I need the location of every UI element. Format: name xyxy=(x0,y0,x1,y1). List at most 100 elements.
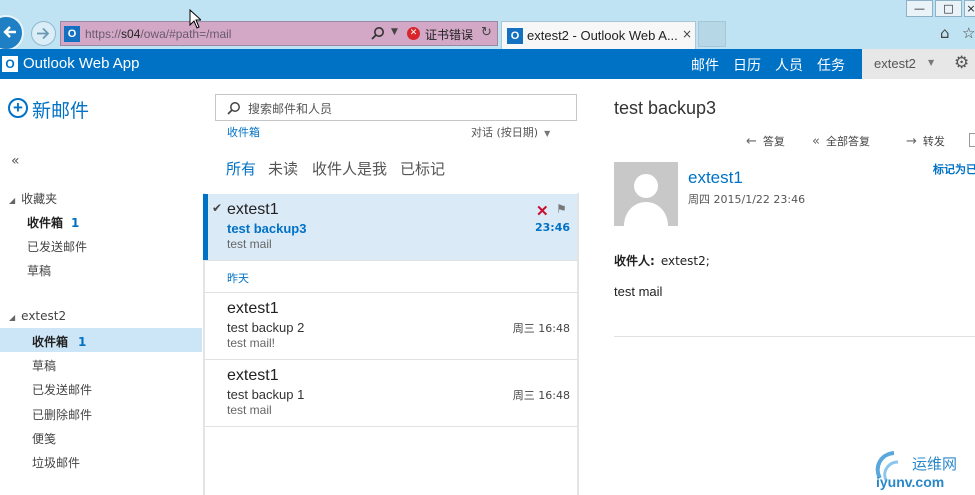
fav-item-drafts[interactable]: 草稿 xyxy=(27,262,51,279)
new-mail-label: 新邮件 xyxy=(32,100,90,122)
message-item[interactable]: ✔ extest1 test backup3 test mail ✕ ⚑ 23:… xyxy=(203,194,577,261)
message-preview: test mail! xyxy=(227,336,276,350)
filter-unread[interactable]: 未读 xyxy=(268,158,298,179)
delete-icon[interactable]: ✕ xyxy=(536,202,549,220)
flag-icon[interactable]: ⚑ xyxy=(556,202,567,216)
tab-close-icon[interactable]: × xyxy=(682,27,692,41)
folder-drafts[interactable]: 草稿 xyxy=(32,357,56,374)
mailbox-header[interactable]: ◢ extest2 xyxy=(9,309,66,323)
search-icon[interactable] xyxy=(371,26,385,40)
folder-notes[interactable]: 便笺 xyxy=(32,430,56,447)
unread-count: 1 xyxy=(78,335,87,349)
message-subject: test backup 1 xyxy=(227,387,305,402)
message-time: 周三 16:48 xyxy=(512,322,570,335)
cert-error-icon[interactable]: ✕ xyxy=(407,27,420,40)
maximize-button[interactable]: □ xyxy=(935,0,962,17)
filter-all[interactable]: 所有 xyxy=(226,158,256,179)
refresh-icon[interactable]: ↻ xyxy=(481,25,492,40)
reply-all-button[interactable]: «全部答复 xyxy=(812,133,870,149)
user-menu[interactable]: extest2 ▼ xyxy=(862,49,944,79)
message-preview: test mail xyxy=(227,237,272,251)
forward-icon xyxy=(37,27,50,40)
nav-people[interactable]: 人员 xyxy=(775,55,803,75)
gear-icon: ⚙ xyxy=(954,53,970,73)
new-tab-button[interactable] xyxy=(698,21,726,47)
avatar xyxy=(614,162,678,226)
favorites-icon[interactable]: ☆ xyxy=(962,24,975,42)
sent-date: 周四 2015/1/22 23:46 xyxy=(688,193,806,206)
minimize-button[interactable]: — xyxy=(906,0,933,17)
reply-button[interactable]: ← 答复 xyxy=(746,133,785,149)
fav-item-inbox[interactable]: 收件箱 1 xyxy=(27,214,79,231)
settings-button[interactable]: ⚙ xyxy=(944,49,975,79)
tab-title: extest2 - Outlook Web A... xyxy=(527,28,678,43)
close-window-button[interactable]: × xyxy=(964,0,975,17)
sort-dropdown[interactable]: 对话 (按日期) ▼ xyxy=(471,124,550,140)
folder-junk[interactable]: 垃圾邮件 xyxy=(32,454,80,471)
back-icon xyxy=(3,26,16,38)
address-bar[interactable]: O https://s04/owa/#path=/mail ▼ ✕ 证书错误 ↻ xyxy=(60,21,498,46)
mark-as-read-link[interactable]: 标记为已 xyxy=(933,161,975,177)
plus-circle-icon: + xyxy=(8,98,28,118)
current-folder-label: 收件箱 xyxy=(227,126,260,139)
mouse-cursor-icon xyxy=(189,9,201,29)
sender-name[interactable]: extest1 xyxy=(688,168,743,188)
recipient[interactable]: extest2; xyxy=(661,254,710,268)
reply-icon: ← xyxy=(746,134,757,149)
forward-button[interactable]: → 转发 xyxy=(906,133,945,149)
user-name: extest2 xyxy=(874,56,916,71)
browser-tab[interactable]: O extest2 - Outlook Web A... × xyxy=(501,21,696,49)
watermark-logo: 运维网 iyunv.com xyxy=(870,446,975,495)
message-from: extest1 xyxy=(227,201,279,218)
message-time: 23:46 xyxy=(534,221,570,234)
message-from: extest1 xyxy=(227,367,279,384)
person-placeholder-icon xyxy=(624,174,668,226)
cert-error-label[interactable]: 证书错误 xyxy=(425,26,473,43)
message-body: test mail xyxy=(614,284,663,299)
favorites-header[interactable]: ◢ 收藏夹 xyxy=(9,190,57,207)
recipients-line: 收件人: extest2; xyxy=(614,254,710,268)
filter-to-me[interactable]: 收件人是我 xyxy=(312,158,387,179)
fav-item-sent[interactable]: 已发送邮件 xyxy=(27,238,87,255)
forward-button[interactable] xyxy=(31,21,56,46)
checkmark-icon[interactable]: ✔ xyxy=(212,201,222,215)
outlook-logo-icon: O xyxy=(2,56,18,72)
chevron-down-icon: ▼ xyxy=(544,129,551,138)
nav-mail[interactable]: 邮件 xyxy=(691,55,719,75)
folder-inbox[interactable]: 收件箱 1 xyxy=(32,333,86,350)
group-header-yesterday: 昨天 xyxy=(205,261,577,293)
folder-sent[interactable]: 已发送邮件 xyxy=(32,381,92,398)
reading-subject: test backup3 xyxy=(614,98,717,118)
filter-flagged[interactable]: 已标记 xyxy=(400,158,445,179)
address-url[interactable]: https://s04/owa/#path=/mail xyxy=(85,27,231,41)
owa-header: O Outlook Web App 邮件 日历 人员 任务 extest2 ▼ xyxy=(0,49,975,79)
outlook-favicon: O xyxy=(64,26,80,42)
message-from: extest1 xyxy=(227,300,279,317)
search-icon xyxy=(227,102,240,115)
message-time: 周三 16:48 xyxy=(512,389,570,402)
divider xyxy=(614,336,975,337)
selected-indicator xyxy=(203,194,208,260)
back-button[interactable] xyxy=(0,15,24,51)
message-item[interactable]: extest1 test backup 1 test mail 周三 16:48 xyxy=(205,360,577,427)
nav-tasks[interactable]: 任务 xyxy=(817,55,845,75)
search-placeholder: 搜索邮件和人员 xyxy=(248,102,333,116)
collapse-icon[interactable]: « xyxy=(11,153,20,169)
dropdown-icon[interactable]: ▼ xyxy=(391,27,398,37)
collapse-triangle-icon: ◢ xyxy=(9,196,16,205)
list-right-border xyxy=(577,193,579,495)
search-input[interactable]: 搜索邮件和人员 xyxy=(215,94,577,121)
unread-count: 1 xyxy=(71,216,80,230)
home-icon[interactable]: ⌂ xyxy=(940,24,950,42)
more-actions-icon[interactable] xyxy=(969,133,975,147)
message-subject: test backup3 xyxy=(227,221,307,236)
selected-folder-highlight xyxy=(0,328,202,352)
browser-chrome: O https://s04/owa/#path=/mail ▼ ✕ 证书错误 ↻… xyxy=(0,0,975,51)
nav-calendar[interactable]: 日历 xyxy=(733,55,761,75)
forward-mail-icon: → xyxy=(906,134,917,149)
collapse-triangle-icon: ◢ xyxy=(9,313,16,322)
message-item[interactable]: extest1 test backup 2 test mail! 周三 16:4… xyxy=(205,293,577,360)
outlook-favicon: O xyxy=(507,28,523,44)
folder-deleted[interactable]: 已删除邮件 xyxy=(32,406,92,423)
chevron-down-icon: ▼ xyxy=(928,58,935,67)
